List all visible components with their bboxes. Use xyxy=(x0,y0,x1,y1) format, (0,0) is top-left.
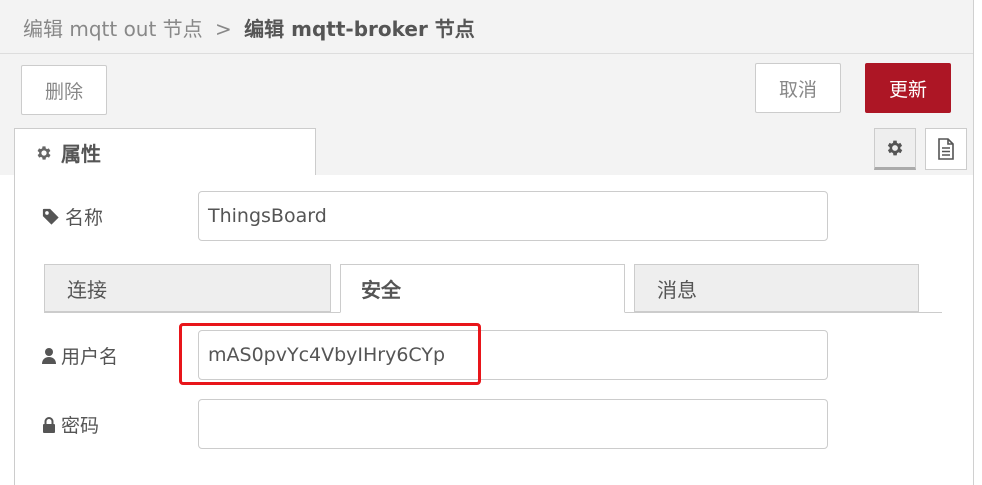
dialog-header: 编辑 mqtt out 节点 > 编辑 mqtt-broker 节点 xyxy=(0,0,974,54)
tab-properties-label: 属性 xyxy=(61,142,101,166)
breadcrumb: 编辑 mqtt out 节点 > 编辑 mqtt-broker 节点 xyxy=(23,13,475,42)
subtab-connection[interactable]: 连接 xyxy=(44,264,331,312)
name-label-text: 名称 xyxy=(65,207,104,229)
update-button[interactable]: 更新 xyxy=(865,63,951,113)
name-label: 名称 xyxy=(42,203,103,230)
subtab-security[interactable]: 安全 xyxy=(340,264,625,313)
lock-icon xyxy=(43,416,55,433)
tab-properties[interactable]: 属性 xyxy=(14,128,316,176)
password-label: 密码 xyxy=(42,411,99,438)
breadcrumb-parent[interactable]: 编辑 mqtt out 节点 xyxy=(23,17,203,41)
password-input[interactable] xyxy=(198,399,828,449)
delete-button[interactable]: 删除 xyxy=(21,65,107,115)
user-icon xyxy=(42,347,56,364)
dialog-tabbar: 属性 xyxy=(0,120,974,176)
subtab-messages[interactable]: 消息 xyxy=(634,264,919,312)
username-label: 用户名 xyxy=(42,342,118,369)
password-label-text: 密码 xyxy=(61,415,100,437)
description-tab-button[interactable] xyxy=(925,128,967,170)
gear-icon xyxy=(887,140,903,156)
cancel-button[interactable]: 取消 xyxy=(755,63,841,113)
tag-icon xyxy=(42,208,59,225)
dialog-right-border xyxy=(973,0,974,485)
document-icon xyxy=(938,138,954,160)
name-input[interactable]: ThingsBoard xyxy=(198,191,828,241)
settings-tab-button[interactable] xyxy=(874,128,916,170)
config-subtabs: 连接 安全 消息 xyxy=(44,264,942,313)
dialog-toolbar: 删除 取消 更新 xyxy=(0,54,974,120)
highlight-box xyxy=(179,323,481,385)
gear-icon xyxy=(37,145,51,160)
breadcrumb-separator: > xyxy=(215,17,232,41)
username-label-text: 用户名 xyxy=(61,346,119,368)
breadcrumb-current: 编辑 mqtt-broker 节点 xyxy=(244,17,475,41)
